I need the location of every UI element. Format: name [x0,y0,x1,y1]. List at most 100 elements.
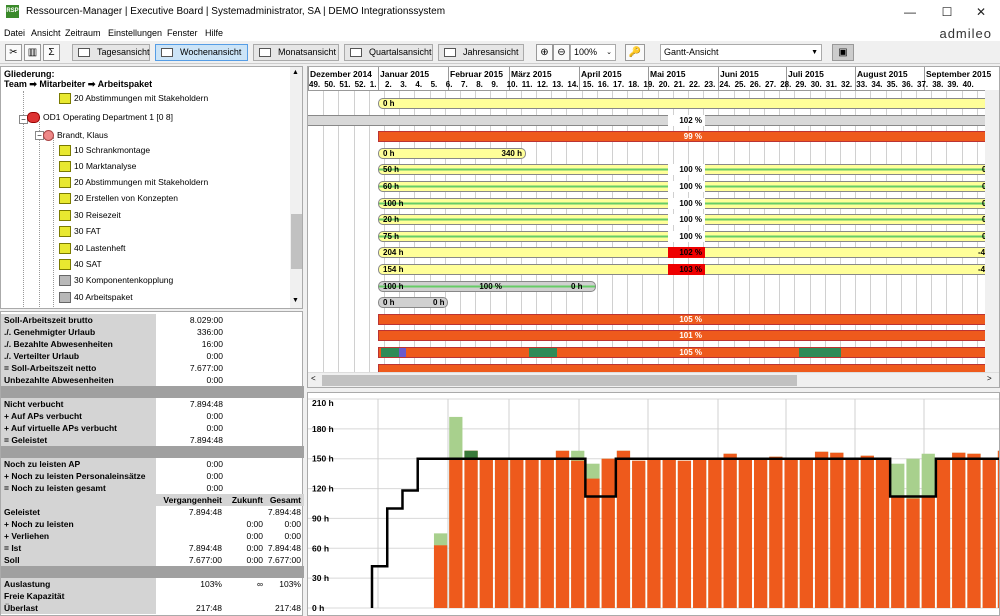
stats-value: 7.894:48 [188,543,222,553]
tree-item[interactable]: 20 Abstimmungen mit Stakeholdern [59,90,208,106]
sum-icon[interactable]: Σ [43,44,60,61]
y-tick-label: 210 h [312,398,334,408]
tree-item[interactable]: OD1 Operating Department 1 [0 8] [27,109,173,125]
stats-value: ∞ [256,579,263,589]
week-label: 29. [795,80,807,89]
tree-item[interactable]: 10 Marktanalyse [59,158,136,174]
gantt-vscrollbar[interactable] [985,90,999,372]
stats-row: = Noch zu leisten gesamt 0:00 [1,482,304,494]
stats-value: 7.894:48 [267,507,301,517]
week-label: 17. [613,80,625,89]
stats-label: Nicht verbucht [4,399,64,409]
tree-item[interactable]: 40 Arbeitspaket [59,289,133,305]
gantt-scroll-thumb[interactable] [322,375,797,386]
tree-item[interactable]: 40 SAT [59,256,102,272]
menu-fenster[interactable]: Fenster [167,28,198,38]
tree-item[interactable]: 10 Schrankmontage [59,142,150,158]
maximize-button[interactable]: ☐ [932,3,962,21]
week-label: 31. [825,80,837,89]
week-gridline [323,91,325,372]
tree-item[interactable]: 20 Abstimmungen mit Stakeholdern [59,174,208,190]
chart-icon[interactable]: ▥ [24,44,41,61]
zoom-out-icon[interactable]: ⊖ [553,44,570,61]
close-button[interactable]: ✕ [966,3,996,21]
tree-item[interactable]: 40 Lastenheft [59,240,126,256]
view-week-label: Wochenansicht [180,47,242,57]
bar-percentage: 103 % [668,264,705,275]
month-label: Mai 2015 [650,69,686,79]
workload-chart-svg: 210 h 180 h 150 h 120 h 90 h 60 h 30 h 0 h [308,398,999,613]
view-week-button[interactable]: Wochenansicht [155,44,248,61]
week-label: 7. [461,80,468,89]
tree-item-label: 20 Abstimmungen mit Stakeholdern [74,93,209,103]
tree-item-label: 10 Marktanalyse [74,161,137,171]
zoom-select[interactable]: 100% ⌄ [570,44,616,61]
scroll-left-icon[interactable]: < [311,374,316,383]
month-label: September 2015 [926,69,992,79]
stats-row: + Noch zu leisten Personaleinsätze 0:00 [1,470,304,482]
bar-right-value: 0 h [433,298,445,308]
stats-value: 0:00 [206,375,223,385]
tree-item[interactable]: 30 FAT [59,223,101,239]
view-month-button[interactable]: Monatsansicht [253,44,339,61]
view-select[interactable]: Gantt-Ansicht ▼ [660,44,822,61]
workload-bar-actual [967,453,981,608]
tree-item[interactable]: 30 Reisezeit [59,207,121,223]
title-bar: RSP Ressourcen-Manager | Executive Board… [0,0,1000,25]
bar-left-value: 50 h [383,165,400,175]
menu-datei[interactable]: Datei [4,28,25,38]
gantt-hscrollbar[interactable]: < > [308,372,999,387]
stats-value: 7.677:00 [267,555,301,565]
tree-item[interactable]: 20 Erstellen von Konzepten [59,190,178,206]
stats-value: 0:00 [284,519,301,529]
scroll-up-icon[interactable]: ▲ [292,69,299,76]
view-year-button[interactable]: Jahresansicht [438,44,524,61]
stats-col-header-row: Vergangenheit Zukunft Gesamt [1,494,304,506]
workload-bar-actual [769,456,783,608]
bar-percentage: 100 % [668,230,705,242]
view-month-label: Monatsansicht [278,47,337,57]
stats-value: 16:00 [201,339,223,349]
workload-bar-actual [632,460,646,608]
tree-item[interactable]: 30 Komponentenkopplung [59,272,173,288]
tree-item-label: 10 Schrankmontage [74,145,151,155]
tree-item-label: 30 FAT [74,226,101,236]
week-label: 26. [749,80,761,89]
menu-ansicht[interactable]: Ansicht [31,28,61,38]
toolbar: ✂ ▥ Σ Tagesansicht Wochenansicht Monatsa… [0,41,1000,64]
virtual-workpackage-icon [59,292,71,304]
stats-value: 0:00 [246,531,263,541]
week-gridline [368,91,370,372]
workload-bar-actual [510,458,524,608]
week-label: 33. [856,80,868,89]
absence-segment [381,348,399,357]
view-day-button[interactable]: Tagesansicht [72,44,150,61]
scroll-down-icon[interactable]: ▼ [292,297,299,304]
tree-item[interactable]: Brandt, Klaus [43,127,108,143]
zoom-in-icon[interactable]: ⊕ [536,44,553,61]
view-quarter-button[interactable]: Quartalsansicht [344,44,433,61]
week-label: 4. [415,80,423,89]
stats-label: Geleistet [4,507,40,517]
bar-percentage: 100 % [668,197,705,209]
week-label: 24. [719,80,731,89]
week-label: 23. [704,80,716,89]
absence-segment [529,348,557,357]
stats-value: 217:48 [196,603,222,613]
tree-scrollbar[interactable]: ▲ ▼ [290,67,302,308]
menu-hilfe[interactable]: Hilfe [205,28,223,38]
gantt-bar[interactable]: 0 h [378,98,995,109]
menu-einstellungen[interactable]: Einstellungen [108,28,162,38]
stats-value: 0:00 [206,351,223,361]
gantt-bar[interactable] [308,114,995,126]
workload-bar-actual [830,452,844,608]
tree-scroll-thumb[interactable] [291,214,302,269]
menu-zeitraum[interactable]: Zeitraum [65,28,101,38]
tools-icon[interactable]: ✂ [5,44,22,61]
key-icon[interactable]: 🔑 [625,44,645,61]
y-tick-label: 90 h [312,513,329,523]
week-label: 10. [506,80,518,89]
scroll-right-icon[interactable]: > [987,374,992,383]
refresh-icon[interactable]: ▣ [832,44,854,61]
minimize-button[interactable]: — [895,3,925,21]
